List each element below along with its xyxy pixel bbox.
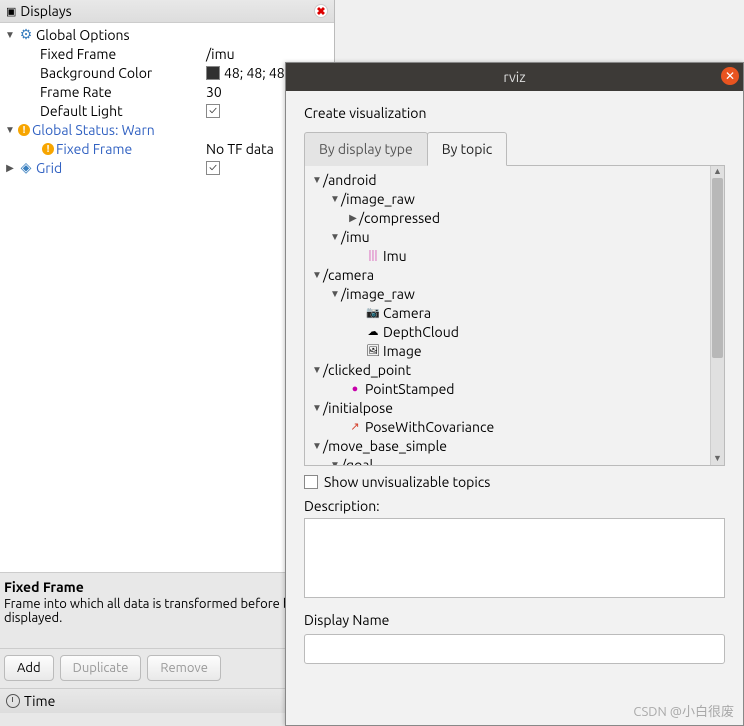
imu-icon: ||| [365,248,381,264]
create-viz-label: Create visualization [304,105,725,121]
display-name-input[interactable] [304,634,725,664]
displays-collapse-icon[interactable]: ▣ [6,5,16,18]
expander-icon[interactable]: ▼ [311,440,323,452]
display-posewithcov[interactable]: PoseWithCovariance [365,419,494,435]
dialog-title: rviz [503,69,525,85]
show-unviz-label[interactable]: Show unvisualizable topics [324,474,490,490]
help-title: Fixed Frame [4,579,331,595]
add-button[interactable]: Add [4,655,54,681]
scroll-up-icon[interactable]: ▲ [711,166,724,178]
topic-android-compressed[interactable]: /compressed [359,210,440,226]
expander-icon[interactable]: ▼ [311,364,323,376]
image-icon: 🖼 [365,343,381,359]
topic-goal[interactable]: /goal [341,457,373,467]
fixed-frame-value[interactable]: /imu [206,46,235,62]
camera-icon: 📷 [365,305,381,321]
remove-button: Remove [147,655,221,681]
display-image[interactable]: Image [383,343,422,359]
expander-icon[interactable]: ▼ [311,402,323,414]
scrollbar[interactable]: ▲ ▼ [710,166,724,465]
display-imu[interactable]: Imu [383,248,407,264]
fixed-frame-label[interactable]: Fixed Frame [40,46,116,62]
displays-tree[interactable]: ▼ ⚙ Global Options Fixed Frame /imu Back… [0,23,334,583]
expander-icon[interactable]: ▼ [311,269,323,281]
expander-icon[interactable]: ▼ [329,231,341,243]
grid-label[interactable]: Grid [36,160,62,176]
depthcloud-icon: ☁ [365,324,381,340]
description-label: Description: [304,498,725,514]
display-name-label: Display Name [304,612,725,628]
gear-icon: ⚙ [18,27,34,43]
expander-icon[interactable]: ▶ [347,212,359,224]
tabs: By display type By topic [304,131,725,166]
displays-title-bar: ▣ Displays ✖ [0,0,334,23]
topic-android[interactable]: /android [323,172,377,188]
global-options-label[interactable]: Global Options [36,27,130,43]
default-light-label[interactable]: Default Light [40,103,123,119]
topic-move-base-simple[interactable]: /move_base_simple [323,438,447,454]
expander-icon[interactable]: ▼ [329,193,341,205]
topic-android-image-raw[interactable]: /image_raw [341,191,415,207]
expander-icon[interactable]: ▼ [311,174,323,186]
duplicate-button: Duplicate [60,655,142,681]
scroll-down-icon[interactable]: ▼ [711,453,724,465]
status-fixed-frame-label[interactable]: Fixed Frame [56,141,132,157]
dialog-close-icon[interactable]: ✕ [721,67,739,85]
expander-icon[interactable]: ▼ [4,124,16,136]
topic-initialpose[interactable]: /initialpose [323,400,393,416]
dialog-title-bar[interactable]: rviz ✕ [286,63,743,91]
color-swatch[interactable] [206,66,220,80]
warn-icon: ! [42,143,54,155]
time-label: Time [24,693,55,709]
topic-android-imu[interactable]: /imu [341,229,370,245]
global-status-label[interactable]: Global Status: Warn [32,122,155,138]
show-unviz-checkbox[interactable] [304,475,318,489]
point-icon: ● [347,381,363,397]
topic-clicked-point[interactable]: /clicked_point [323,362,411,378]
close-icon[interactable]: ✖ [314,4,328,18]
description-box [304,518,725,598]
bg-color-label[interactable]: Background Color [40,65,152,81]
warn-icon: ! [18,124,30,136]
clock-icon [6,694,20,708]
display-camera[interactable]: Camera [383,305,431,321]
expander-icon[interactable]: ▼ [4,29,16,41]
scroll-thumb[interactable] [712,178,723,358]
expander-icon[interactable]: ▶ [4,162,16,174]
rviz-dialog: rviz ✕ Create visualization By display t… [285,62,744,726]
default-light-checkbox[interactable]: ✓ [206,104,220,118]
expander-icon[interactable]: ▼ [329,459,341,467]
bg-color-value[interactable]: 48; 48; 48 [224,65,285,81]
displays-title: Displays [20,3,71,19]
help-body: Frame into which all data is transformed… [4,597,331,625]
pose-icon: ↗ [347,419,363,435]
topic-camera[interactable]: /camera [323,267,374,283]
status-fixed-frame-value: No TF data [206,141,274,157]
grid-icon: ◈ [18,160,34,176]
topic-camera-image-raw[interactable]: /image_raw [341,286,415,302]
topic-tree-box: ▼/android ▼/image_raw ▶/compressed ▼/imu… [304,166,725,466]
topic-tree[interactable]: ▼/android ▼/image_raw ▶/compressed ▼/imu… [305,166,724,466]
tab-by-display-type[interactable]: By display type [304,132,428,166]
frame-rate-label[interactable]: Frame Rate [40,84,112,100]
grid-checkbox[interactable]: ✓ [206,161,220,175]
expander-icon[interactable]: ▼ [329,288,341,300]
display-pointstamped[interactable]: PointStamped [365,381,455,397]
display-depthcloud[interactable]: DepthCloud [383,324,459,340]
tab-by-topic[interactable]: By topic [427,132,508,166]
frame-rate-value[interactable]: 30 [206,84,222,100]
